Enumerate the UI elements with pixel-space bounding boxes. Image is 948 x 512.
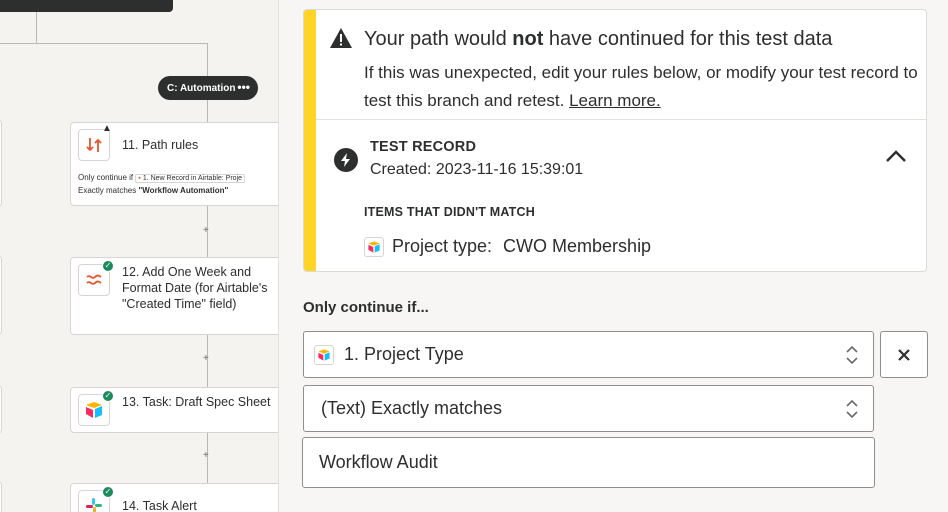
sibling-step-card[interactable] [0,386,2,433]
connector-line [36,12,37,44]
sibling-step-card[interactable] [0,256,2,334]
warning-title-emphasis: not [512,28,544,50]
add-step-button[interactable]: + [203,353,209,364]
rule-value-text: Workflow Audit [319,452,438,472]
divider [316,119,926,120]
step-card-draft-spec[interactable]: ✓ 13. Task: Draft Spec Sheet [70,387,278,433]
step-title: 12. Add One Week and Format Date (for Ai… [122,265,268,311]
step-card-path-rules[interactable]: ▲ 11. Path rules Only continue if ▪ 1. N… [70,122,278,206]
success-check-icon: ✓ [102,390,114,402]
warning-title-part: have continued for this test data [543,28,833,50]
path-label-pill[interactable]: C: Automation ••• [158,76,258,100]
select-updown-icon [846,399,858,418]
connector-line [207,100,208,122]
warning-triangle-icon [330,28,352,48]
rule-field-select[interactable]: 1. Project Type [303,331,874,378]
step-card-task-alert[interactable]: ✓ 14. Task Alert [70,483,278,512]
lightning-icon [334,148,358,172]
sibling-step-card[interactable] [0,482,2,512]
unmatched-item: Project type: CWO Membership [364,236,651,257]
rule-value-input[interactable]: Workflow Audit [302,437,875,488]
condition-field-chip: ▪ 1. New Record in Airtable: Proje [135,174,246,183]
path-test-warning-card: Your path would not have continued for t… [303,9,927,272]
condition-rule: Exactly matches [78,186,137,195]
add-step-button[interactable]: + [203,450,209,461]
close-icon [898,348,910,361]
warning-stripe [304,10,316,271]
step-title: 14. Task Alert [122,499,197,512]
success-check-icon: ✓ [102,260,114,272]
condition-value: "Workflow Automation" [138,186,229,195]
warning-body: If this was unexpected, edit your rules … [364,59,924,115]
test-record-label: TEST RECORD [370,139,477,155]
success-check-icon: ✓ [102,486,114,498]
path-label: C: Automation [167,82,236,94]
step-settings-panel: Your path would not have continued for t… [278,0,948,512]
step-card-format-date[interactable]: ✓ 12. Add One Week and Format Date (for … [70,257,278,335]
chevron-up-icon[interactable] [884,146,908,166]
zap-canvas[interactable]: C: Automation ••• ▲ 11. Path rules Only … [0,0,278,512]
rule-operator-value: (Text) Exactly matches [321,398,503,418]
test-record-created: Created: 2023-11-16 15:39:01 [370,161,584,178]
step-condition: Only continue if ▪ 1. New Record in Airt… [78,173,246,183]
rule-operator-select[interactable]: (Text) Exactly matches [303,385,874,432]
unmatched-field-value: CWO Membership [503,236,652,256]
warning-title-part: Your path would [364,28,513,50]
select-updown-icon [846,345,858,364]
learn-more-link[interactable]: Learn more. [569,91,661,110]
step-title: 11. Path rules [122,138,199,152]
connector-line [0,43,208,44]
condition-field: 1. New Record in Airtable: Proje [142,175,243,182]
rule-field-value: 1. Project Type [344,344,464,364]
airtable-icon [314,344,334,365]
airtable-icon [364,236,384,257]
canvas-top-bar [0,0,173,12]
more-options-icon[interactable]: ••• [237,80,250,94]
add-step-button[interactable]: + [203,225,209,236]
remove-rule-button[interactable] [880,331,928,378]
step-title: 13. Task: Draft Spec Sheet [122,395,271,409]
warning-icon: ▲ [102,123,112,134]
unmatched-field-name: Project type: [392,236,493,256]
sibling-step-card[interactable] [0,120,2,206]
unmatched-items-label: ITEMS THAT DIDN'T MATCH [364,205,535,219]
warning-title: Your path would not have continued for t… [364,28,832,51]
step-condition-rule: Exactly matches "Workflow Automation" [78,186,228,195]
connector-line [207,43,208,77]
only-continue-label: Only continue if... [303,299,429,316]
condition-prefix: Only continue if [78,173,134,182]
